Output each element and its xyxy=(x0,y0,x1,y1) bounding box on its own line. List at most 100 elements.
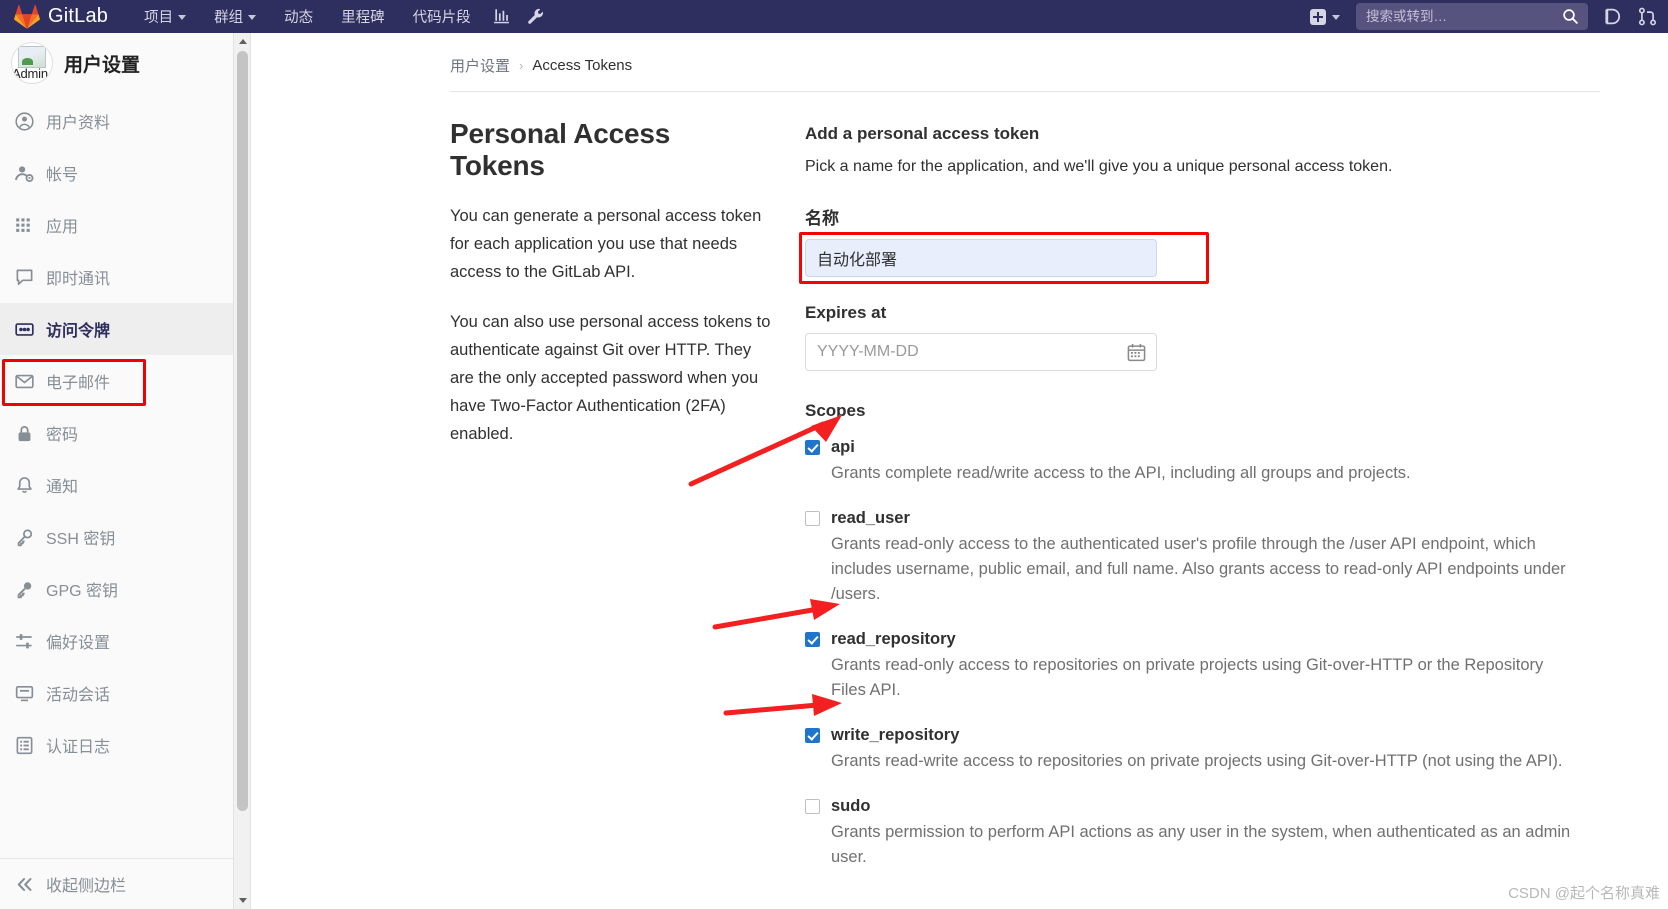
bell-icon xyxy=(15,476,34,495)
scope-read-user-checkbox[interactable] xyxy=(805,511,820,526)
name-field-group xyxy=(799,232,1215,284)
scroll-down-arrow[interactable] xyxy=(234,892,251,909)
nav-item-milestones[interactable]: 里程碑 xyxy=(327,0,399,33)
admin-area-button[interactable] xyxy=(519,0,553,33)
nav-item-snippets[interactable]: 代码片段 xyxy=(399,0,485,33)
wrench-icon xyxy=(528,8,544,24)
user-circle-icon xyxy=(15,111,34,131)
sidebar-item-label: 即时通讯 xyxy=(46,271,111,288)
scope-api: api Grants complete read/write access to… xyxy=(805,437,1575,486)
expires-at-input[interactable] xyxy=(805,333,1157,371)
sidebar-item-profile[interactable]: 用户资料 xyxy=(0,95,250,147)
scope-write-repository-label[interactable]: write_repository xyxy=(831,725,959,745)
scope-api-checkbox[interactable] xyxy=(805,440,820,455)
scope-write-repository: write_repository Grants read-write acces… xyxy=(805,725,1575,774)
scope-read-user-label[interactable]: read_user xyxy=(831,508,910,528)
lock-icon xyxy=(15,424,34,443)
scope-api-label[interactable]: api xyxy=(831,437,855,457)
sidebar-item-ssh-keys[interactable]: SSH 密钥 xyxy=(0,511,250,563)
sidebar-item-access-tokens[interactable]: 访问令牌 xyxy=(0,303,250,355)
gitlab-logo-icon xyxy=(14,4,40,29)
collapse-sidebar-button[interactable]: 收起侧边栏 xyxy=(0,859,250,909)
analytics-button[interactable] xyxy=(485,0,519,33)
nav-item-groups[interactable]: 群组 xyxy=(200,0,270,33)
scope-row: read_user xyxy=(805,508,1575,528)
breadcrumb: 用户设置 › Access Tokens xyxy=(251,33,1668,76)
search-box[interactable] xyxy=(1356,3,1588,30)
nav-item-label: 群组 xyxy=(214,10,244,26)
scope-read-repository-label[interactable]: read_repository xyxy=(831,629,956,649)
sidebar-item-preferences[interactable]: 偏好设置 xyxy=(0,615,250,667)
create-new-button[interactable] xyxy=(1302,8,1348,25)
sidebar-title: 用户设置 xyxy=(64,54,141,76)
scope-row: read_repository xyxy=(805,629,1575,649)
scope-api-description: Grants complete read/write access to the… xyxy=(831,464,1411,482)
sidebar-item-chat[interactable]: 即时通讯 xyxy=(0,251,250,303)
brand-home-link[interactable]: GitLab xyxy=(14,4,108,29)
page-title: Personal Access Tokens xyxy=(450,118,671,181)
sidebar-nav-list: 用户资料 帐号 应用 即时通讯 访问令牌 电子邮件 密码 通知 SSH 密钥 G… xyxy=(0,93,250,771)
sidebar-item-authentication-log[interactable]: 认证日志 xyxy=(0,719,250,771)
avatar: Admin xyxy=(11,42,53,84)
sidebar-scrollbar[interactable] xyxy=(233,33,250,909)
plus-square-icon xyxy=(1310,8,1326,25)
brand-label: GitLab xyxy=(48,5,109,27)
merge-requests-button[interactable] xyxy=(1630,0,1664,33)
sidebar-item-label: 访问令牌 xyxy=(46,323,111,340)
gitlab-page: GitLab 项目 群组 动态 里程碑 代码片段 搜索或转到… Admin 用户… xyxy=(0,0,1668,909)
chevron-double-left-icon xyxy=(15,875,34,894)
sidebar-header: Admin 用户设置 xyxy=(0,33,250,93)
sidebar-item-label: 偏好设置 xyxy=(46,635,111,652)
scrollbar-thumb[interactable] xyxy=(237,51,248,811)
token-name-input[interactable] xyxy=(805,239,1157,277)
form-subtitle: Pick a name for the application, and we'… xyxy=(805,158,1393,175)
sidebar-item-applications[interactable]: 应用 xyxy=(0,199,250,251)
navbar-far-icons xyxy=(1596,0,1668,33)
sidebar-item-active-sessions[interactable]: 活动会话 xyxy=(0,667,250,719)
sidebar-item-password[interactable]: 密码 xyxy=(0,407,250,459)
watermark: CSDN @起个名称真难 xyxy=(1508,885,1660,902)
scope-read-user-description: Grants read-only access to the authentic… xyxy=(831,535,1566,603)
search-icon[interactable] xyxy=(1562,8,1579,25)
scope-row: sudo xyxy=(805,796,1575,816)
sidebar-item-notifications[interactable]: 通知 xyxy=(0,459,250,511)
nav-item-projects[interactable]: 项目 xyxy=(130,0,200,33)
merge-request-icon xyxy=(1638,7,1656,26)
scopes-label: Scopes xyxy=(805,401,866,420)
broken-image-icon xyxy=(18,46,46,68)
sidebar-item-label: 帐号 xyxy=(46,167,79,184)
add-token-form: Add a personal access token Pick a name … xyxy=(799,118,1575,892)
scroll-up-arrow[interactable] xyxy=(234,33,251,50)
chevron-down-icon xyxy=(178,15,187,20)
user-settings-sidebar: Admin 用户设置 用户资料 帐号 应用 即时通讯 访问令牌 电子邮件 密码 … xyxy=(0,33,251,909)
collapse-sidebar-label: 收起侧边栏 xyxy=(46,878,127,895)
nav-item-activity[interactable]: 动态 xyxy=(270,0,327,33)
sidebar-item-emails[interactable]: 电子邮件 xyxy=(0,355,250,407)
breadcrumb-parent-link[interactable]: 用户设置 xyxy=(450,55,510,76)
chevron-down-icon xyxy=(1332,15,1340,20)
scope-sudo-checkbox[interactable] xyxy=(805,799,820,814)
chevron-up-icon xyxy=(238,39,247,44)
sidebar-item-label: 认证日志 xyxy=(46,739,111,756)
scope-sudo-label[interactable]: sudo xyxy=(831,796,870,816)
chat-icon xyxy=(15,268,34,287)
chevron-down-icon xyxy=(248,15,257,20)
breadcrumb-current: Access Tokens xyxy=(532,57,633,74)
calendar-icon[interactable] xyxy=(1127,343,1146,362)
sidebar-item-account[interactable]: 帐号 xyxy=(0,147,250,199)
scope-write-repository-checkbox[interactable] xyxy=(805,728,820,743)
issues-button[interactable] xyxy=(1596,0,1630,33)
scope-read-repository-checkbox[interactable] xyxy=(805,632,820,647)
nav-item-label: 代码片段 xyxy=(412,10,471,26)
search-input[interactable] xyxy=(1356,4,1546,29)
key-icon xyxy=(15,580,34,599)
expires-field-label: Expires at xyxy=(805,303,887,322)
scope-row: api xyxy=(805,437,1575,457)
token-card-icon xyxy=(15,320,34,339)
sidebar-item-gpg-keys[interactable]: GPG 密钥 xyxy=(0,563,250,615)
log-list-icon xyxy=(15,736,34,755)
main-content: 用户设置 › Access Tokens Personal Access Tok… xyxy=(251,33,1668,909)
monitor-icon xyxy=(15,684,34,703)
key-icon xyxy=(15,528,34,547)
sidebar-item-label: SSH 密钥 xyxy=(46,531,116,548)
